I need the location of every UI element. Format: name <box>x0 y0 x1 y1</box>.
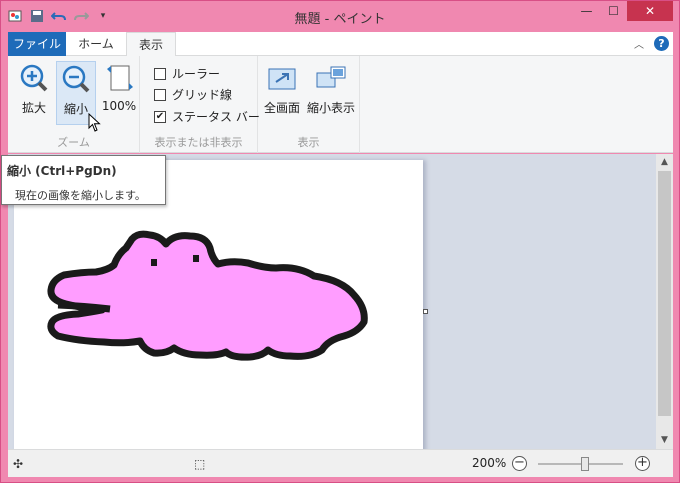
zoom-100-label: 100% <box>101 99 137 113</box>
collapse-ribbon-icon[interactable]: ︿ <box>634 36 644 51</box>
canvas-resize-handle[interactable] <box>423 309 428 314</box>
help-icon[interactable]: ? <box>654 36 669 51</box>
statusbar-checkbox[interactable]: ✔ ステータス バー <box>154 108 260 125</box>
tab-file[interactable]: ファイル <box>8 32 66 56</box>
ribbon-tab-controls: ︿ ? <box>634 36 669 51</box>
zoom-out-label: 縮小 <box>63 102 88 116</box>
display-group: 全画面 縮小表示 表示 <box>258 56 360 153</box>
ribbon: 拡大 縮小 100% ズーム 表示または非表示 ルーラー グリッド線 ✔ ステー… <box>8 56 673 153</box>
scroll-down-arrow-icon[interactable]: ▼ <box>656 432 673 449</box>
tab-home[interactable]: ホーム <box>66 32 126 56</box>
zoom-in-icon <box>20 64 48 92</box>
paint-window: ▾ 無題 - ペイント — ☐ ✕ ファイル ホーム 表示 ︿ ? 拡大 縮小 … <box>0 0 680 483</box>
gridlines-checkbox[interactable]: グリッド線 <box>154 86 232 103</box>
ruler-checkbox[interactable]: ルーラー <box>154 65 220 82</box>
cursor-position-icon: ✣ <box>13 457 24 471</box>
zoom-in-label: 拡大 <box>21 101 46 115</box>
ruler-check-box[interactable] <box>154 67 166 80</box>
selection-size-icon: ⬚ <box>194 457 206 471</box>
tooltip-title: 縮小 (Ctrl+PgDn) <box>7 164 117 178</box>
zoom-group: 拡大 縮小 100% ズーム <box>8 56 140 153</box>
zoom-out-tooltip: 縮小 (Ctrl+PgDn) 現在の画像を縮小します。 <box>1 155 166 205</box>
thumbnail-button[interactable]: 縮小表示 <box>306 61 356 125</box>
gridlines-label: グリッド線 <box>172 88 233 102</box>
fullscreen-label: 全画面 <box>263 101 300 115</box>
zoom-slider-thumb[interactable] <box>580 457 589 471</box>
scroll-up-arrow-icon[interactable]: ▲ <box>656 154 673 171</box>
title-bar: ▾ 無題 - ペイント — ☐ ✕ <box>1 1 679 32</box>
right-eye <box>193 255 199 262</box>
zoom-group-label: ズーム <box>57 136 90 149</box>
zoom-in-button[interactable]: 拡大 <box>14 61 54 125</box>
zoom-slider[interactable] <box>538 457 623 471</box>
zoom-level: 200% <box>472 456 507 470</box>
left-eye <box>151 259 157 266</box>
zoom-100-button[interactable]: 100% <box>99 61 139 125</box>
tooltip-description: 現在の画像を縮小します。 <box>15 189 146 202</box>
display-group-label: 表示 <box>297 136 320 149</box>
thumbnail-label: 縮小表示 <box>306 101 355 115</box>
vertical-scrollbar[interactable]: ▲ ▼ <box>656 154 673 449</box>
fullscreen-button[interactable]: 全画面 <box>262 61 302 125</box>
scrollbar-thumb[interactable] <box>658 171 671 416</box>
showhide-group-label: 表示または非表示 <box>154 136 243 149</box>
zoom-out-icon <box>62 65 90 93</box>
statusbar-check-box[interactable]: ✔ <box>154 110 166 123</box>
ruler-label: ルーラー <box>172 67 221 81</box>
thumbnail-icon <box>316 66 346 88</box>
window-controls: — ☐ ✕ <box>573 1 673 21</box>
ribbon-tabs: ファイル ホーム 表示 ︿ ? <box>8 32 673 57</box>
maximize-button[interactable]: ☐ <box>600 1 627 21</box>
tab-view[interactable]: 表示 <box>126 32 176 57</box>
fullscreen-icon <box>268 68 296 90</box>
minimize-button[interactable]: — <box>573 1 600 21</box>
close-button[interactable]: ✕ <box>627 1 673 21</box>
mouse-cursor-icon <box>88 113 101 132</box>
zoom-in-small-button[interactable]: + <box>635 456 650 471</box>
statusbar-label: ステータス バー <box>172 110 260 124</box>
gridlines-check-box[interactable] <box>154 88 166 101</box>
page-100-icon <box>107 65 133 91</box>
zoom-out-small-button[interactable]: − <box>512 456 527 471</box>
status-bar: ✣ ⬚ 200% − + <box>8 449 673 477</box>
